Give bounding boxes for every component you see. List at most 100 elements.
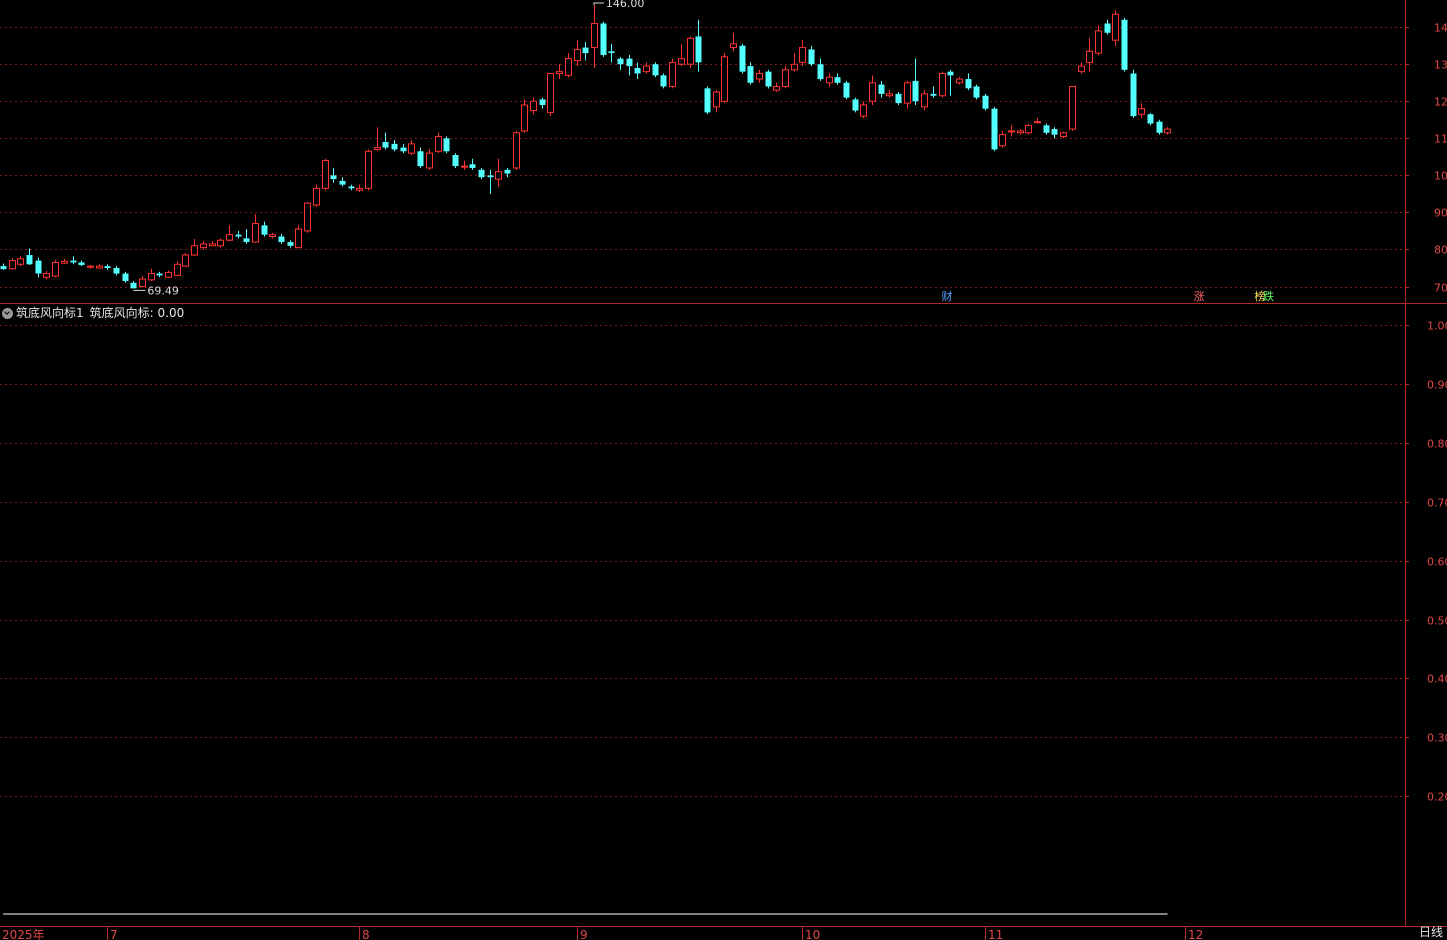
- candle-body: [461, 165, 468, 168]
- indicator-tick-label: 0.30: [1427, 732, 1447, 745]
- month-label: 12: [1188, 928, 1203, 940]
- candle-body: [148, 273, 155, 281]
- candle: [487, 169, 494, 194]
- candle-body: [678, 58, 685, 65]
- candle: [52, 259, 59, 278]
- candle: [43, 270, 50, 280]
- candle: [217, 238, 224, 248]
- candle-body: [799, 47, 806, 63]
- candle: [1112, 10, 1119, 46]
- price-tick-label: 80.00: [1434, 244, 1447, 257]
- candle: [35, 257, 42, 278]
- candle: [973, 84, 980, 100]
- price-tick-label: 120.00: [1434, 96, 1447, 109]
- candle-body: [1034, 121, 1041, 124]
- candle: [278, 233, 285, 244]
- candle: [1017, 129, 1024, 135]
- candle: [269, 232, 276, 239]
- candle: [1078, 62, 1085, 74]
- candle: [1008, 125, 1015, 137]
- candle-body: [1130, 73, 1137, 117]
- candle: [356, 184, 363, 193]
- candle: [495, 158, 502, 187]
- month-label: 8: [362, 928, 370, 940]
- candle-body: [1025, 124, 1032, 134]
- candle-body: [1147, 114, 1154, 124]
- candle: [704, 86, 711, 115]
- candle-body: [1069, 85, 1076, 130]
- candle-body: [1164, 128, 1171, 134]
- candle: [600, 21, 607, 57]
- candle: [156, 271, 163, 278]
- candle-body: [261, 225, 268, 235]
- month-label: 9: [580, 928, 588, 940]
- candle-body: [1112, 13, 1119, 41]
- candle-body: [478, 169, 485, 178]
- candle: [469, 158, 476, 170]
- candle: [1147, 113, 1154, 126]
- candle-body: [435, 135, 442, 152]
- candle: [1156, 119, 1163, 135]
- candle: [78, 260, 85, 267]
- candle-body: [1060, 132, 1067, 137]
- candle-body: [739, 45, 746, 72]
- candle-body: [904, 82, 911, 104]
- candle-body: [504, 169, 511, 174]
- candle-body: [1086, 50, 1093, 63]
- candle-body: [687, 37, 694, 65]
- candle: [721, 53, 728, 104]
- candle: [1034, 117, 1041, 124]
- price-tick-label: 110.00: [1434, 133, 1447, 146]
- candle: [322, 158, 329, 191]
- candle: [61, 258, 68, 265]
- candle: [965, 73, 972, 91]
- indicator-tick-label: 1.00: [1427, 320, 1447, 333]
- candlestick-series[interactable]: [0, 2, 1171, 291]
- candle-body: [730, 43, 737, 49]
- indicator-tick-label: 0.60: [1427, 556, 1447, 569]
- chevron-down-icon[interactable]: [2, 307, 13, 319]
- candle: [209, 240, 216, 247]
- candle-body: [582, 47, 589, 54]
- candle: [834, 73, 841, 85]
- candle: [87, 265, 94, 269]
- candle-body: [278, 236, 285, 243]
- month-label: 11: [988, 928, 1003, 940]
- candle-body: [669, 61, 676, 87]
- candle-body: [469, 164, 476, 168]
- candle-body: [999, 134, 1006, 147]
- candle-body: [356, 187, 363, 191]
- candle: [660, 73, 667, 89]
- candle: [539, 97, 546, 109]
- indicator-tick-label: 0.50: [1427, 615, 1447, 628]
- candle-body: [973, 86, 980, 98]
- min-price-label: 69.49: [147, 284, 179, 297]
- month-label: 10: [805, 928, 820, 940]
- candle: [852, 97, 859, 113]
- period-label[interactable]: 日线: [1419, 923, 1443, 940]
- candle: [982, 93, 989, 111]
- candle-body: [565, 58, 572, 76]
- indicator-header[interactable]: 筑底风向标1 筑底风向标: 0.00: [0, 305, 184, 321]
- candle-body: [921, 93, 928, 108]
- candle-body: [226, 234, 233, 241]
- candle-body: [721, 56, 728, 102]
- candle: [756, 69, 763, 83]
- grid-lines: [0, 0, 1447, 940]
- stock-chart[interactable]: 140.00130.00120.00110.00100.0090.0080.00…: [0, 0, 1447, 940]
- candle-body: [35, 260, 42, 274]
- candle-body: [1095, 30, 1102, 54]
- event-badge: 跌: [1263, 289, 1274, 303]
- candle: [374, 127, 381, 152]
- candle: [530, 97, 537, 115]
- candle-body: [391, 143, 398, 150]
- candle: [435, 132, 442, 154]
- candle: [1121, 17, 1128, 72]
- candle-body: [643, 65, 650, 73]
- candle-body: [17, 258, 24, 265]
- candle: [252, 214, 259, 243]
- price-tick-label: 140.00: [1434, 22, 1447, 35]
- candle-body: [287, 242, 294, 246]
- candle-body: [426, 152, 433, 169]
- candle-body: [852, 99, 859, 111]
